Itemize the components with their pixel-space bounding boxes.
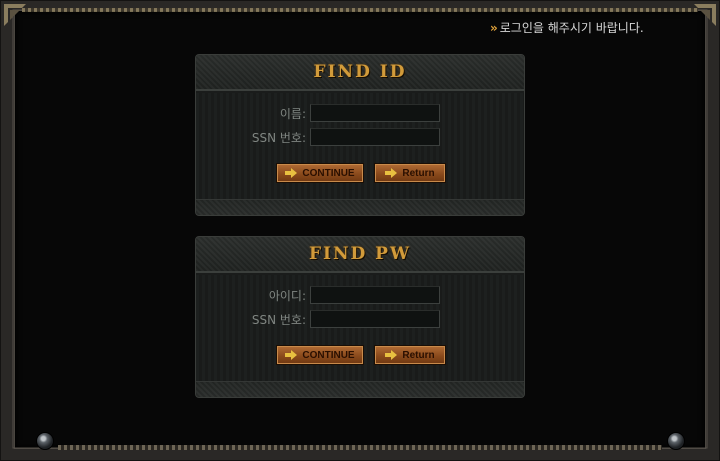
ssn-input[interactable] xyxy=(310,128,440,146)
return-label: Return xyxy=(402,349,435,361)
arrow-right-icon xyxy=(385,350,398,360)
arrow-right-icon xyxy=(285,168,298,178)
find-id-title: FIND ID xyxy=(313,62,407,82)
find-pw-title: FIND PW xyxy=(308,244,412,264)
name-label: 이름: xyxy=(279,107,306,121)
find-id-footer xyxy=(196,199,524,215)
find-id-continue-button[interactable]: CONTINUE xyxy=(276,163,364,183)
bottom-rope-ornament xyxy=(58,445,662,450)
find-id-header: FIND ID xyxy=(196,55,524,91)
arrow-right-icon xyxy=(385,168,398,178)
find-id-body: 이름: SSN 번호: CONTINUE Return xyxy=(196,93,524,199)
continue-label: CONTINUE xyxy=(302,349,355,361)
ssn-input[interactable] xyxy=(310,310,440,328)
name-input[interactable] xyxy=(310,104,440,122)
bolt-icon xyxy=(36,432,54,450)
find-pw-body: 아이디: SSN 번호: CONTINUE Return xyxy=(196,275,524,381)
find-pw-footer xyxy=(196,381,524,397)
arrow-right-icon xyxy=(285,350,298,360)
notice-text: 로그인을 해주시기 바랍니다. xyxy=(499,21,644,35)
ssn-label: SSN 번호: xyxy=(251,313,306,327)
return-label: Return xyxy=(402,167,435,179)
corner-ornament-icon xyxy=(4,4,26,26)
notice-marker: » xyxy=(490,21,498,35)
find-id-return-button[interactable]: Return xyxy=(374,163,446,183)
userid-input[interactable] xyxy=(310,286,440,304)
find-pw-return-button[interactable]: Return xyxy=(374,345,446,365)
find-id-panel: FIND ID 이름: SSN 번호: CONTINUE Return xyxy=(195,54,525,216)
ssn-label: SSN 번호: xyxy=(251,131,306,145)
userid-label: 아이디: xyxy=(268,289,306,303)
continue-label: CONTINUE xyxy=(302,167,355,179)
find-pw-continue-button[interactable]: CONTINUE xyxy=(276,345,364,365)
corner-ornament-icon xyxy=(694,4,716,26)
find-pw-header: FIND PW xyxy=(196,237,524,273)
find-pw-panel: FIND PW 아이디: SSN 번호: CONTINUE Return xyxy=(195,236,525,398)
bolt-icon xyxy=(667,432,685,450)
top-rope-ornament xyxy=(22,8,698,12)
login-notice: » 로그인을 해주시기 바랍니다. xyxy=(490,19,644,36)
